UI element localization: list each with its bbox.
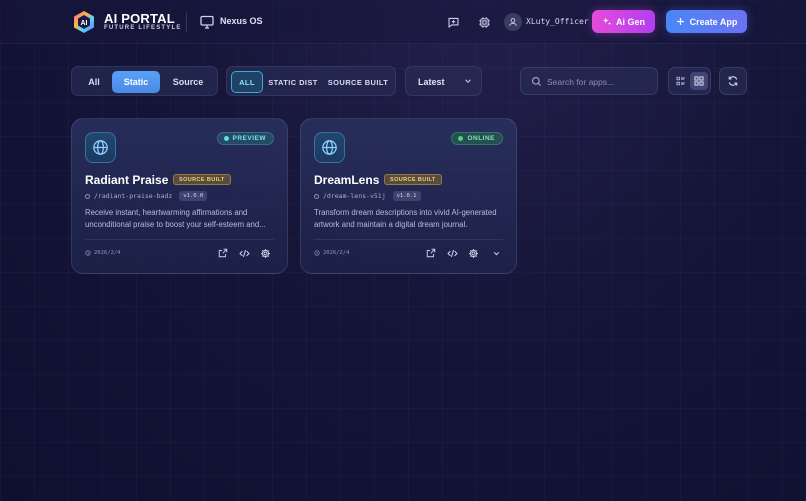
message-plus-button[interactable] — [444, 13, 462, 31]
monitor-icon — [200, 15, 214, 29]
version-badge: v1.0.1 — [392, 191, 421, 201]
sort-select[interactable]: Latest — [405, 66, 482, 96]
app-icon — [314, 132, 345, 163]
app-card[interactable]: ONLINE DreamLens SOURCE BUILT /dream-len… — [300, 118, 517, 274]
globe-icon — [322, 140, 337, 155]
tab-static[interactable]: Static — [112, 71, 160, 93]
avatar[interactable] — [504, 13, 522, 31]
sparkles-icon — [602, 17, 612, 25]
tab-source[interactable]: Source — [164, 71, 212, 93]
status-dot — [223, 136, 229, 141]
build-badge: SOURCE BUILT — [173, 174, 231, 185]
card-divider — [314, 239, 503, 240]
chevron-down-icon — [465, 79, 471, 83]
app-description: Transform dream descriptions into vivid … — [314, 208, 497, 229]
expand-button[interactable] — [489, 246, 503, 260]
app-slug: /dream-lens-v51j — [323, 192, 386, 200]
open-external-button[interactable] — [216, 246, 230, 260]
app-date: 2026/2/4 — [94, 250, 121, 256]
settings-button[interactable] — [258, 246, 272, 260]
status-label: ONLINE — [467, 135, 495, 142]
build-filter-group: ALL STATIC DIST SOURCE BUILT — [226, 66, 396, 96]
brand-title: AI PORTAL — [104, 11, 175, 26]
slug-row: /dream-lens-v51j v1.0.1 — [314, 191, 421, 201]
chip-button[interactable] — [475, 13, 493, 31]
message-plus-icon — [448, 17, 458, 28]
app-title: Radiant Praise — [85, 173, 169, 187]
os-label: Nexus OS — [220, 16, 263, 26]
gear-icon — [260, 248, 270, 258]
refresh-button[interactable] — [719, 67, 747, 95]
date-row: 2026/2/4 — [85, 250, 121, 256]
search-input[interactable] — [547, 73, 651, 90]
app-description: Receive instant, heartwarming affirmatio… — [85, 208, 266, 229]
view-code-button[interactable] — [445, 246, 459, 260]
code-icon — [238, 249, 250, 257]
settings-button[interactable] — [466, 246, 480, 260]
build-badge: SOURCE BUILT — [384, 174, 442, 185]
type-filter-group: All Static Source — [71, 66, 218, 96]
list-icon — [676, 76, 686, 86]
code-icon — [446, 249, 458, 257]
globe-icon — [93, 140, 108, 155]
external-link-icon — [426, 248, 436, 258]
top-header: AI AI PORTAL FUTURE LIFESTYLE Nexus OS X… — [0, 0, 806, 44]
refresh-icon — [728, 76, 738, 86]
app-icon — [85, 132, 116, 163]
gear-icon — [468, 248, 478, 258]
build-tab-static-dist[interactable]: STATIC DIST — [267, 71, 319, 93]
app-date: 2026/2/4 — [323, 250, 350, 256]
card-divider — [85, 239, 274, 240]
build-tab-source-built[interactable]: SOURCE BUILT — [327, 71, 389, 93]
username[interactable]: XLuty_Officer — [526, 17, 589, 26]
grid-icon — [694, 76, 704, 86]
clock-icon — [85, 250, 91, 256]
status-badge: PREVIEW — [216, 132, 274, 145]
external-link-icon — [218, 248, 228, 258]
create-app-label: Create App — [689, 16, 738, 27]
app-card[interactable]: PREVIEW Radiant Praise SOURCE BUILT /rad… — [71, 118, 288, 274]
date-row: 2026/2/4 — [314, 250, 350, 256]
app-slug: /radiant-praise-badz — [94, 192, 173, 200]
status-badge: ONLINE — [451, 132, 503, 145]
user-icon — [509, 18, 517, 26]
view-code-button[interactable] — [237, 246, 251, 260]
svg-text:AI: AI — [81, 20, 88, 27]
list-view-button[interactable] — [672, 72, 690, 90]
search-icon — [531, 76, 542, 87]
status-dot — [458, 136, 464, 141]
tab-all[interactable]: All — [78, 71, 110, 93]
link-dot-icon — [85, 193, 90, 199]
view-mode-toggle — [668, 67, 711, 95]
create-app-button[interactable]: Create App — [666, 10, 747, 33]
cpu-icon — [478, 16, 490, 28]
version-badge: v1.0.0 — [179, 191, 208, 201]
open-external-button[interactable] — [424, 246, 438, 260]
chevron-down-icon — [493, 251, 499, 255]
status-label: PREVIEW — [232, 135, 266, 142]
clock-icon — [314, 250, 320, 256]
ai-gen-button[interactable]: Ai Gen — [592, 10, 655, 33]
header-divider — [186, 12, 187, 32]
plus-icon — [676, 18, 684, 25]
grid-view-button[interactable] — [690, 72, 708, 90]
link-dot-icon — [314, 193, 319, 199]
brand-subtitle: FUTURE LIFESTYLE — [104, 25, 182, 31]
slug-row: /radiant-praise-badz v1.0.0 — [85, 191, 208, 201]
ai-gen-label: Ai Gen — [615, 16, 645, 27]
build-tab-all[interactable]: ALL — [231, 71, 263, 93]
search-box — [520, 67, 658, 95]
ai-portal-logo[interactable]: AI — [72, 10, 96, 34]
sort-selected-value: Latest — [418, 77, 445, 87]
app-title: DreamLens — [314, 173, 380, 187]
